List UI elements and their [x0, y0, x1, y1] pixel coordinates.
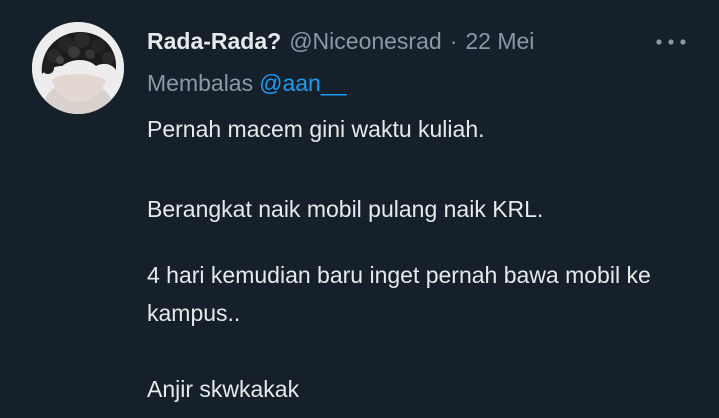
- reply-mention-link[interactable]: @aan__: [259, 70, 346, 96]
- separator-dot: ·: [449, 28, 458, 54]
- more-options-button[interactable]: [650, 28, 692, 56]
- avatar[interactable]: [32, 22, 124, 114]
- tweet-paragraph: Pernah macem gini waktu kuliah.: [147, 116, 485, 142]
- tweet-paragraph: 4 hari kemudian baru inget pernah bawa m…: [147, 262, 651, 326]
- tweet-header: Rada-Rada? @Niceonesrad · 22 Mei: [147, 26, 619, 60]
- more-horizontal-icon: [656, 39, 686, 45]
- reply-context: Membalas @aan__: [147, 68, 346, 98]
- reply-prefix: Membalas: [147, 70, 254, 96]
- tweet-paragraph: Anjir skwkakak: [147, 376, 300, 402]
- tweet-card[interactable]: Rada-Rada? @Niceonesrad · 22 Mei Membala…: [0, 0, 719, 418]
- author-handle[interactable]: @Niceonesrad: [289, 26, 441, 56]
- author-display-name[interactable]: Rada-Rada?: [147, 26, 281, 56]
- tweet-paragraph: Berangkat naik mobil pulang naik KRL.: [147, 196, 544, 222]
- avatar-image: [32, 22, 124, 114]
- tweet-timestamp[interactable]: 22 Mei: [465, 26, 534, 56]
